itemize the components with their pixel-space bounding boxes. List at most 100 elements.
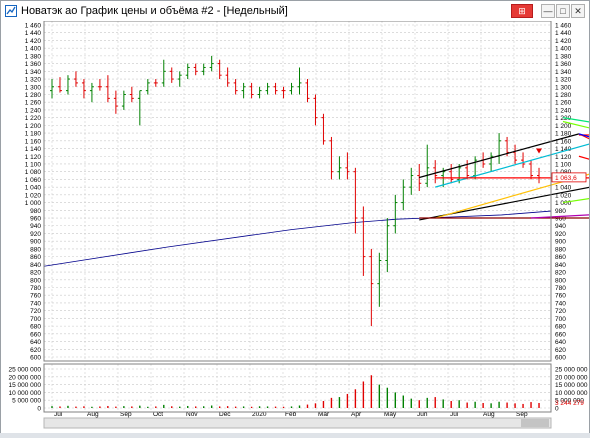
price-tick-label-left: 1 280 [25,92,42,99]
price-tick-label-left: 1 260 [25,100,42,107]
price-tick-label-left: 1 460 [25,23,42,30]
price-tick-label-left: 1 400 [25,46,42,53]
price-tick-label-left: 760 [30,293,41,300]
last-price-label: 1 063,6 [555,175,577,182]
maximize-button[interactable]: □ [556,4,570,18]
price-tick-label-right: 1 100 [555,161,572,168]
price-tick-label-left: 680 [30,324,41,331]
price-tick-label-left: 1 020 [25,192,42,199]
price-tick-label-right: 1 340 [555,69,572,76]
price-tick-label-left: 1 440 [25,30,42,37]
price-tick-label-left: 1 140 [25,146,42,153]
price-tick-label-left: 1 240 [25,107,42,114]
volume-tick-label-right: 25 000 000 [555,367,588,374]
price-tick-label-left: 1 220 [25,115,42,122]
price-tick-label-left: 600 [30,355,41,362]
price-tick-label-left: 1 340 [25,69,42,76]
price-tick-label-left: 860 [30,254,41,261]
chart-window: Новатэк ао График цены и объёма #2 - [Не… [0,0,590,433]
price-tick-label-left: 1 060 [25,177,42,184]
price-tick-label-right: 1 320 [555,77,572,84]
alert-marker-icon [536,148,543,154]
price-tick-label-right: 1 260 [555,100,572,107]
price-tick-label-right: 620 [555,347,566,354]
price-tick-label-left: 1 180 [25,131,42,138]
price-tick-label-right: 840 [555,262,566,269]
price-volume-chart[interactable]: 1 4601 4401 4201 4001 3801 3601 3401 320… [1,20,590,433]
price-tick-label-left: 720 [30,308,41,315]
price-tick-label-right: 640 [555,339,566,346]
volume-tick-label-left: 20 000 000 [8,374,41,381]
price-tick-label-right: 1 400 [555,46,572,53]
price-tick-label-left: 1 200 [25,123,42,130]
volume-tick-label-right: 15 000 000 [555,382,588,389]
price-tick-label-right: 760 [555,293,566,300]
minimize-button[interactable]: — [541,4,555,18]
price-tick-label-left: 820 [30,270,41,277]
price-tick-label-left: 1 300 [25,84,42,91]
price-tick-label-right: 1 300 [555,84,572,91]
trendline [578,133,590,140]
volume-tick-label-left: 10 000 000 [8,390,41,397]
price-tick-label-left: 1 120 [25,154,42,161]
price-tick-label-right: 1 280 [555,92,572,99]
price-tick-label-left: 1 040 [25,185,42,192]
price-tick-label-left: 940 [30,223,41,230]
price-tick-label-left: 840 [30,262,41,269]
price-tick-label-left: 740 [30,300,41,307]
price-tick-label-left: 980 [30,208,41,215]
price-tick-label-right: 600 [555,355,566,362]
volume-tick-label-left: 25 000 000 [8,367,41,374]
chart-app-icon [5,5,17,17]
price-tick-label-left: 920 [30,231,41,238]
moving-average-line [43,210,552,267]
price-tick-label-left: 700 [30,316,41,323]
price-tick-label-right: 860 [555,254,566,261]
price-tick-label-left: 1 100 [25,161,42,168]
volume-tick-label-right: 10 000 000 [555,390,588,397]
price-tick-label-left: 1 380 [25,53,42,60]
price-tick-label-right: 1 360 [555,61,572,68]
price-tick-label-right: 820 [555,270,566,277]
price-tick-label-right: 1 040 [555,185,572,192]
title-bar[interactable]: Новатэк ао График цены и объёма #2 - [Не… [1,1,589,22]
price-tick-label-left: 1 080 [25,169,42,176]
price-tick-label-right: 700 [555,316,566,323]
price-tick-label-right: 880 [555,246,566,253]
price-tick-label-right: 800 [555,277,566,284]
price-panel-border [43,20,552,362]
scrollbar-thumb[interactable] [521,419,549,427]
price-tick-label-right: 1 240 [555,107,572,114]
price-tick-label-right: 980 [555,208,566,215]
volume-tick-label-left: 0 [37,406,41,413]
price-tick-label-left: 900 [30,239,41,246]
price-tick-label-left: 800 [30,277,41,284]
price-tick-label-right: 720 [555,308,566,315]
pin-button[interactable]: ⊞ [511,4,533,18]
price-tick-label-right: 680 [555,324,566,331]
chart-area[interactable]: 1 460 1 440 1 420 1 400 1 380 1 360 1 340 1 320… [1,20,590,433]
price-tick-label-left: 1 320 [25,77,42,84]
price-tick-label-right: 780 [555,285,566,292]
price-tick-label-left: 1 420 [25,38,42,45]
price-tick-label-left: 1 360 [25,61,42,68]
horizontal-scrollbar[interactable] [43,417,552,429]
price-tick-label-left: 1 000 [25,200,42,207]
window-title: Новатэк ао График цены и объёма #2 - [Не… [21,5,288,17]
price-tick-label-right: 1 420 [555,38,572,45]
price-tick-label-right: 1 440 [555,30,572,37]
close-button[interactable]: ✕ [571,4,585,18]
price-tick-label-left: 620 [30,347,41,354]
price-tick-label-right: 1 380 [555,53,572,60]
last-volume-label: 3 244 279 [555,400,584,407]
price-tick-label-right: 1 200 [555,123,572,130]
price-tick-label-right: 1 120 [555,154,572,161]
price-tick-label-right: 940 [555,223,566,230]
price-tick-label-left: 1 160 [25,138,42,145]
price-tick-label-left: 780 [30,285,41,292]
price-tick-label-left: 640 [30,339,41,346]
volume-tick-label-right: 20 000 000 [555,374,588,381]
volume-tick-label-left: 15 000 000 [8,382,41,389]
price-tick-label-right: 1 460 [555,23,572,30]
price-tick-label-right: 740 [555,300,566,307]
